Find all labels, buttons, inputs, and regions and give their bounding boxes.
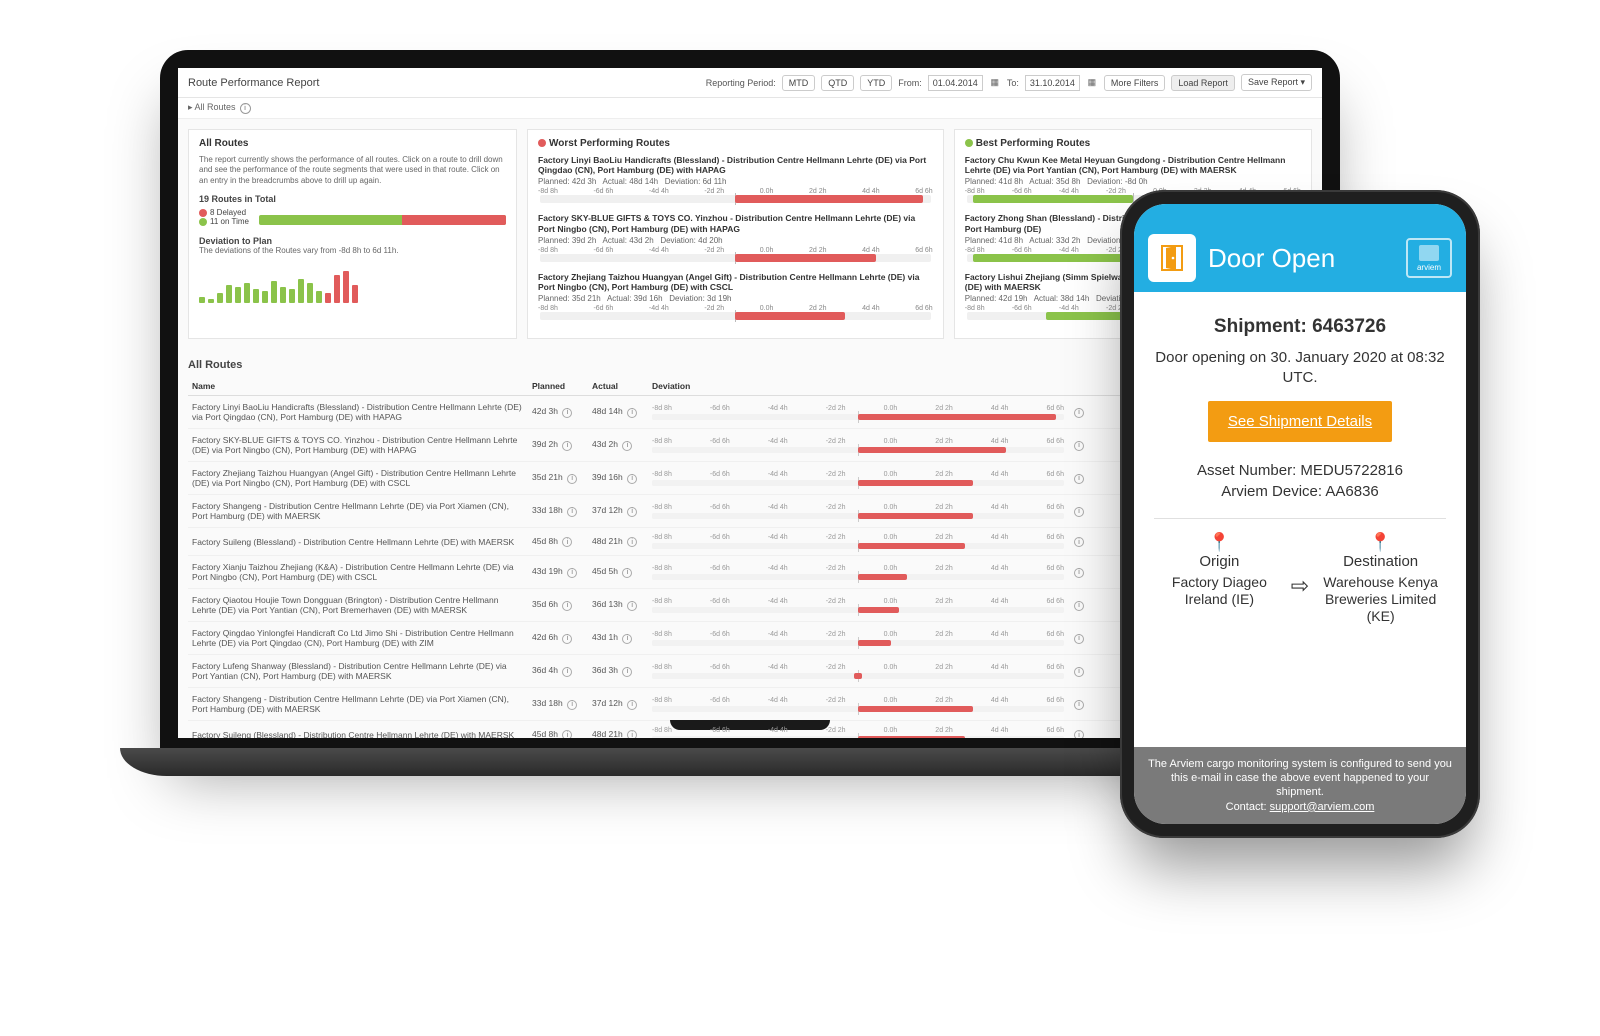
destination-pin-icon: 📍 xyxy=(1315,533,1446,551)
info-icon[interactable]: i xyxy=(562,667,572,677)
info-icon[interactable]: i xyxy=(1074,507,1084,517)
origin-pin-icon: 📍 xyxy=(1154,533,1285,551)
breadcrumb[interactable]: ▸ All Routesi xyxy=(178,98,1322,119)
route-block[interactable]: Factory Zhejiang Taizhou Huangyan (Angel… xyxy=(538,272,933,320)
alert-title: Door Open xyxy=(1208,243,1394,274)
info-icon[interactable]: i xyxy=(240,103,251,114)
info-icon[interactable]: i xyxy=(562,537,572,547)
info-icon[interactable]: i xyxy=(1074,667,1084,677)
info-icon[interactable]: i xyxy=(567,474,577,484)
from-date[interactable]: 01.04.2014 xyxy=(928,75,983,91)
info-icon[interactable]: i xyxy=(627,474,637,484)
door-event-msg: Door opening on 30. January 2020 at 08:3… xyxy=(1154,348,1446,387)
to-label: To: xyxy=(1007,78,1019,88)
info-icon[interactable]: i xyxy=(1074,568,1084,578)
info-icon[interactable]: i xyxy=(1074,474,1084,484)
info-icon[interactable]: i xyxy=(627,537,637,547)
asset-number: Asset Number: MEDU5722816 xyxy=(1154,462,1446,479)
origin-label: Origin xyxy=(1154,553,1285,570)
info-icon[interactable]: i xyxy=(627,408,637,418)
destination-value: Warehouse Kenya Breweries Limited (KE) xyxy=(1315,574,1446,624)
info-icon[interactable]: i xyxy=(562,408,572,418)
info-icon[interactable]: i xyxy=(627,700,637,710)
info-icon[interactable]: i xyxy=(1074,730,1084,738)
brand-logo: arviem xyxy=(1406,238,1452,278)
support-email-link[interactable]: support@arviem.com xyxy=(1270,801,1375,813)
best-title: Best Performing Routes xyxy=(976,138,1090,149)
reporting-period-label: Reporting Period: xyxy=(706,78,776,88)
route-block[interactable]: Factory SKY-BLUE GIFTS & TOYS CO. Yinzho… xyxy=(538,213,933,261)
email-footer: The Arviem cargo monitoring system is co… xyxy=(1134,747,1466,824)
summary-desc: The report currently shows the performan… xyxy=(199,155,506,186)
more-filters-button[interactable]: More Filters xyxy=(1104,75,1166,91)
info-icon[interactable]: i xyxy=(1074,634,1084,644)
routes-total: 19 Routes in Total xyxy=(199,194,506,204)
route-block[interactable]: Factory Linyi BaoLiu Handicrafts (Blessl… xyxy=(538,155,933,203)
info-icon[interactable]: i xyxy=(622,568,632,578)
delayed-count: 8 Delayed xyxy=(199,208,249,217)
info-icon[interactable]: i xyxy=(562,441,572,451)
save-report-button[interactable]: Save Report ▾ xyxy=(1241,74,1312,91)
calendar-icon[interactable]: ▦ xyxy=(989,77,1001,89)
worst-routes-card: Worst Performing Routes Factory Linyi Ba… xyxy=(527,129,944,339)
device-number: Arviem Device: AA6836 xyxy=(1154,483,1446,500)
arrow-icon: ⇨ xyxy=(1291,573,1309,599)
door-open-icon xyxy=(1148,234,1196,282)
info-icon[interactable]: i xyxy=(1074,700,1084,710)
info-icon[interactable]: i xyxy=(622,634,632,644)
from-label: From: xyxy=(898,78,922,88)
info-icon[interactable]: i xyxy=(567,568,577,578)
info-icon[interactable]: i xyxy=(622,667,632,677)
see-shipment-details-button[interactable]: See Shipment Details xyxy=(1208,401,1392,442)
period-ytd[interactable]: YTD xyxy=(860,75,892,91)
phone-mockup: Door Open arviem Shipment: 6463726 Door … xyxy=(1120,190,1480,838)
ontime-count: 11 on Time xyxy=(199,217,249,226)
dev-plan-title: Deviation to Plan xyxy=(199,236,506,246)
info-icon[interactable]: i xyxy=(1074,601,1084,611)
period-mtd[interactable]: MTD xyxy=(782,75,816,91)
load-report-button[interactable]: Load Report xyxy=(1171,75,1235,91)
calendar-icon[interactable]: ▦ xyxy=(1086,77,1098,89)
info-icon[interactable]: i xyxy=(562,601,572,611)
info-icon[interactable]: i xyxy=(562,730,572,738)
report-title: Route Performance Report xyxy=(188,77,319,89)
summary-title: All Routes xyxy=(199,138,506,149)
info-icon[interactable]: i xyxy=(1074,441,1084,451)
info-icon[interactable]: i xyxy=(1074,408,1084,418)
col-deviation[interactable]: Deviation xyxy=(648,377,1068,396)
deviation-mini-bars xyxy=(199,263,506,303)
origin-value: Factory Diageo Ireland (IE) xyxy=(1154,574,1285,608)
origin-destination: 📍 Origin Factory Diageo Ireland (IE) ⇨ 📍… xyxy=(1154,518,1446,624)
info-icon[interactable]: i xyxy=(627,507,637,517)
info-icon[interactable]: i xyxy=(567,700,577,710)
destination-label: Destination xyxy=(1315,553,1446,570)
info-icon[interactable]: i xyxy=(562,634,572,644)
info-icon[interactable]: i xyxy=(567,507,577,517)
summary-card: All Routes The report currently shows th… xyxy=(188,129,517,339)
report-header: Route Performance Report Reporting Perio… xyxy=(178,68,1322,98)
alert-header: Door Open arviem xyxy=(1134,204,1466,292)
col-actual[interactable]: Actual xyxy=(588,377,648,396)
to-date[interactable]: 31.10.2014 xyxy=(1025,75,1080,91)
ontime-delay-bar xyxy=(259,215,506,225)
worst-title: Worst Performing Routes xyxy=(549,138,670,149)
shipment-id: Shipment: 6463726 xyxy=(1154,316,1446,338)
period-qtd[interactable]: QTD xyxy=(821,75,854,91)
info-icon[interactable]: i xyxy=(1074,537,1084,547)
col-name[interactable]: Name xyxy=(188,377,528,396)
col-planned[interactable]: Planned xyxy=(528,377,588,396)
dev-plan-desc: The deviations of the Routes vary from -… xyxy=(199,246,506,256)
info-icon[interactable]: i xyxy=(627,730,637,738)
info-icon[interactable]: i xyxy=(627,601,637,611)
info-icon[interactable]: i xyxy=(622,441,632,451)
